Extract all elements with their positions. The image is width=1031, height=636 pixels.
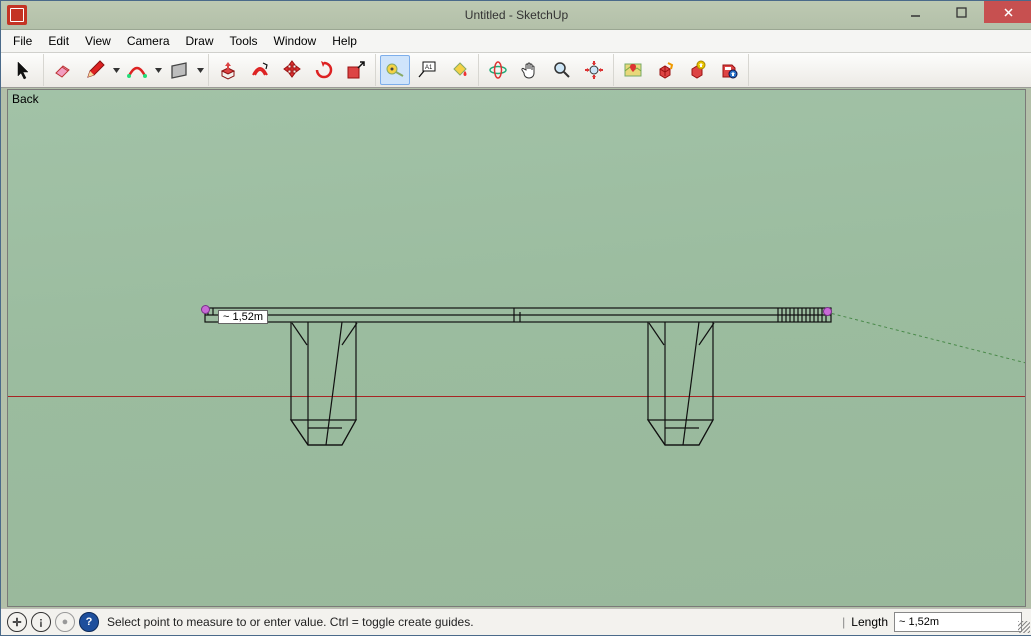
menu-draw[interactable]: Draw [178,32,222,50]
measurements-input[interactable]: ~ 1,52m [894,612,1022,632]
help-icon[interactable]: ? [79,612,99,632]
zoom-tool[interactable] [547,55,577,85]
toolbar: A1 [1,53,1031,88]
app-icon [7,5,27,25]
arc-tool[interactable] [122,55,152,85]
paint-bucket-tool[interactable] [444,55,474,85]
get-models-tool[interactable] [650,55,680,85]
pencil-dropdown[interactable] [111,68,121,73]
menu-camera[interactable]: Camera [119,32,178,50]
select-tool[interactable] [9,55,39,85]
signin-icon[interactable]: ● [55,612,75,632]
maximize-button[interactable] [938,1,984,23]
resize-grip[interactable] [1018,621,1030,633]
drawing-canvas [8,90,1026,607]
statusbar: ✛ ¡ ● ? Select point to measure to or en… [1,608,1031,635]
status-hint: Select point to measure to or enter valu… [107,615,474,629]
titlebar: Untitled - SketchUp [1,1,1031,30]
zoom-extents-tool[interactable] [579,55,609,85]
window-title: Untitled - SketchUp [465,8,568,22]
eraser-tool[interactable] [48,55,78,85]
move-tool[interactable] [277,55,307,85]
vcb-label: Length [851,615,888,629]
endpoint-marker [201,305,210,314]
credits-icon[interactable]: ¡ [31,612,51,632]
text-tool[interactable]: A1 [412,55,442,85]
minimize-button[interactable] [892,1,938,23]
upload-model-tool[interactable] [714,55,744,85]
svg-text:A1: A1 [425,65,433,71]
upload-component-tool[interactable] [682,55,712,85]
menu-view[interactable]: View [77,32,119,50]
menu-edit[interactable]: Edit [40,32,77,50]
pencil-tool[interactable] [80,55,110,85]
endpoint-marker [823,307,832,316]
close-button[interactable] [984,1,1031,23]
scale-tool[interactable] [341,55,371,85]
rotate-tool[interactable] [309,55,339,85]
pan-tool[interactable] [515,55,545,85]
app-window: Untitled - SketchUp File Edit View Camer… [0,0,1031,636]
window-controls [892,1,1031,23]
menu-help[interactable]: Help [324,32,365,50]
arc-dropdown[interactable] [153,68,163,73]
orbit-tool[interactable] [483,55,513,85]
menu-window[interactable]: Window [266,32,325,50]
viewport[interactable]: Back [7,89,1026,607]
tape-measure-tool[interactable] [380,55,410,85]
offset-tool[interactable] [245,55,275,85]
add-location-tool[interactable] [618,55,648,85]
shape-dropdown[interactable] [195,68,205,73]
vcb-separator: | [842,615,845,629]
geolocation-icon[interactable]: ✛ [7,612,27,632]
shape-tool[interactable] [164,55,194,85]
menubar: File Edit View Camera Draw Tools Window … [1,30,1031,53]
push-pull-tool[interactable] [213,55,243,85]
menu-file[interactable]: File [5,32,40,50]
menu-tools[interactable]: Tools [222,32,266,50]
measurement-tooltip: ~ 1,52m [218,310,268,324]
